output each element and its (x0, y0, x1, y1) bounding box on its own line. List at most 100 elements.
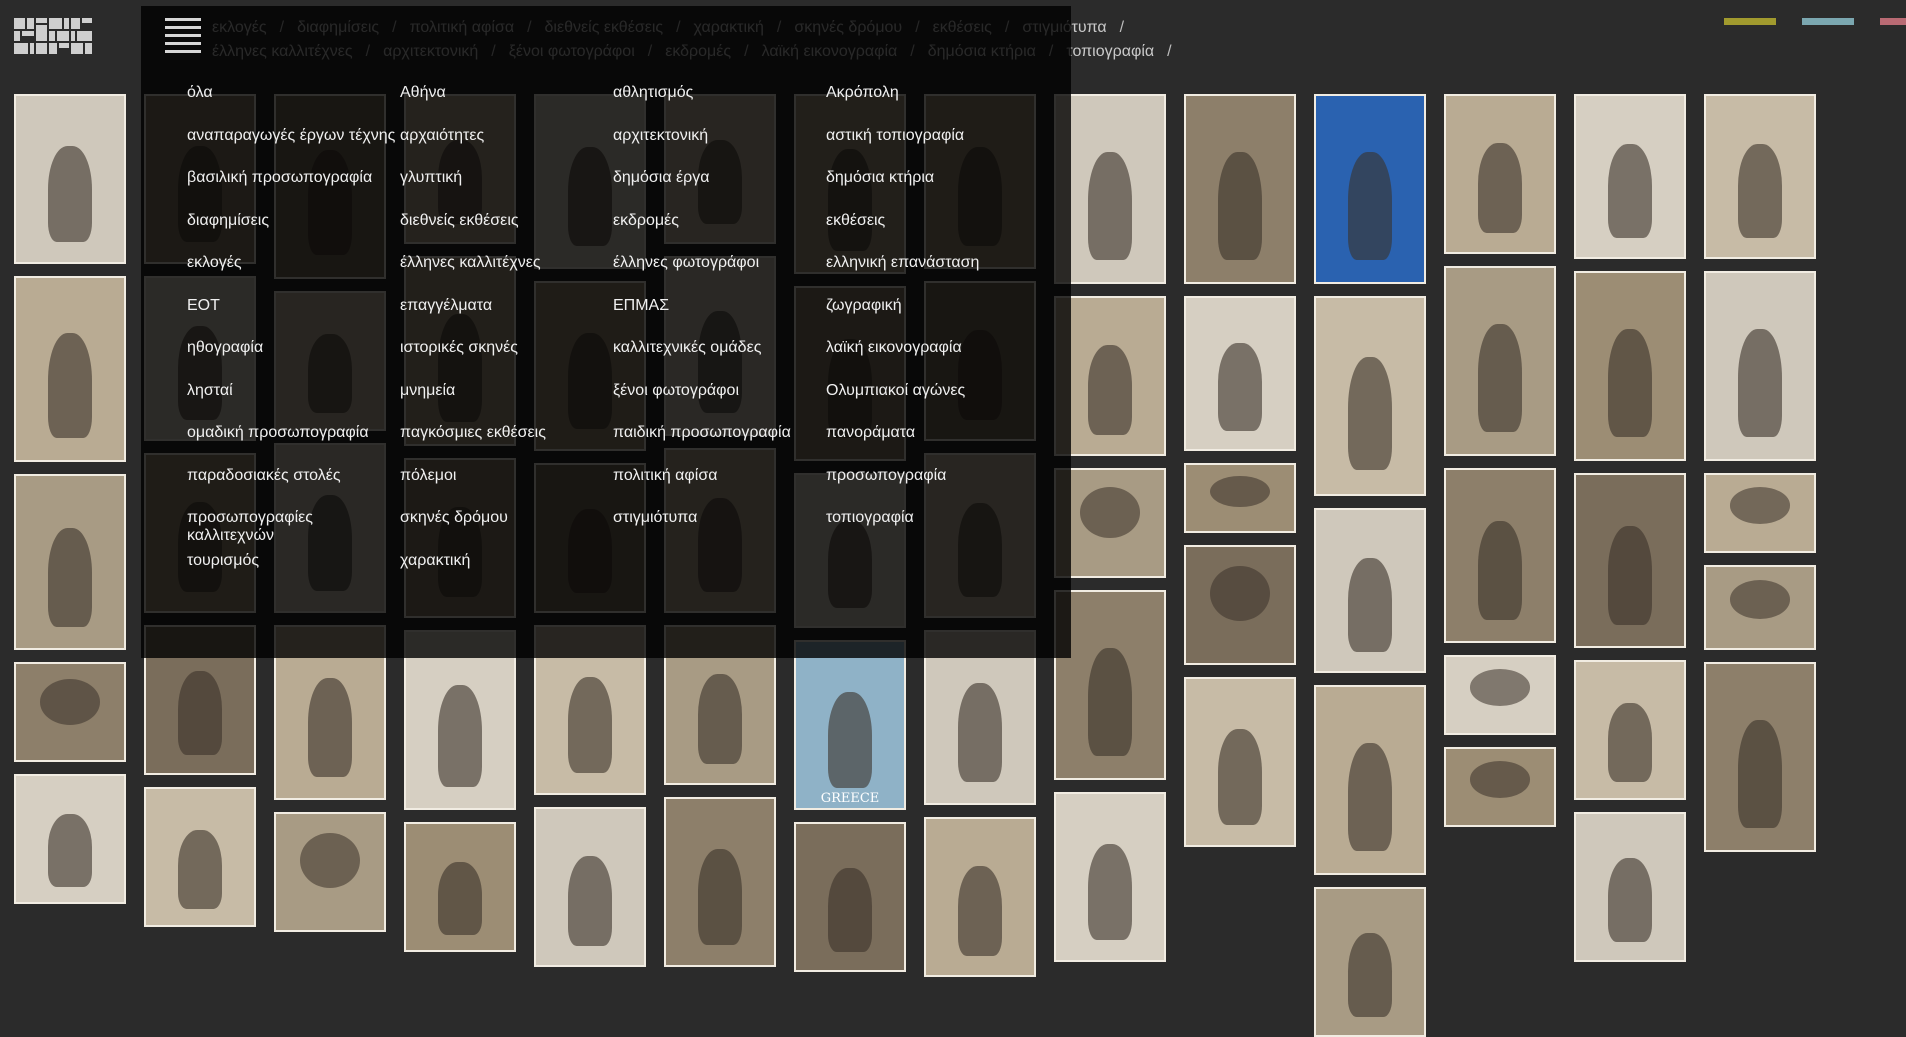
menu-item[interactable]: παγκόσμιες εκθέσεις (400, 424, 613, 467)
menu-item[interactable]: εκδρομές (613, 212, 826, 255)
menu-item[interactable]: όλα (187, 84, 400, 127)
menu-item[interactable]: πανοράματα (826, 424, 1039, 467)
photo-thumbnail[interactable] (1704, 473, 1816, 553)
photo-thumbnail[interactable] (1444, 266, 1556, 456)
menu-item[interactable]: εκλογές (187, 254, 400, 297)
photo-thumbnail[interactable] (924, 817, 1036, 977)
photo-thumbnail[interactable] (1574, 473, 1686, 648)
photo-subject (958, 683, 1002, 783)
menu-item[interactable]: Ακρόπολη (826, 84, 1039, 127)
menu-item[interactable]: τοπιογραφία (826, 509, 1039, 552)
menu-item[interactable]: προσωπογραφίες καλλιτεχνών (187, 509, 400, 552)
photo-thumbnail[interactable] (534, 807, 646, 967)
photo-thumbnail[interactable] (1444, 94, 1556, 254)
menu-item[interactable]: δημόσια έργα (613, 169, 826, 212)
photo-thumbnail[interactable] (14, 774, 126, 904)
menu-item[interactable]: δημόσια κτήρια (826, 169, 1039, 212)
photo-thumbnail[interactable] (1184, 463, 1296, 533)
menu-item[interactable]: παραδοσιακές στολές (187, 467, 400, 510)
menu-item[interactable]: αρχιτεκτονική (613, 127, 826, 170)
menu-item[interactable] (826, 552, 1039, 595)
menu-item[interactable] (613, 552, 826, 595)
menu-item[interactable]: γλυπτική (400, 169, 613, 212)
photo-thumbnail[interactable] (1444, 747, 1556, 827)
photo-thumbnail[interactable] (1314, 887, 1426, 1037)
photo-subject (1348, 356, 1392, 471)
photo-thumbnail[interactable] (1574, 271, 1686, 461)
menu-toggle-icon[interactable] (165, 18, 201, 54)
menu-item[interactable]: έλληνες καλλιτέχνες (400, 254, 613, 297)
menu-item[interactable]: προσωπογραφία (826, 467, 1039, 510)
menu-item[interactable]: καλλιτεχνικές ομάδες (613, 339, 826, 382)
photo-thumbnail[interactable] (1574, 660, 1686, 800)
photo-thumbnail[interactable] (1184, 545, 1296, 665)
photo-thumbnail[interactable] (1314, 94, 1426, 284)
menu-item[interactable]: ιστορικές σκηνές (400, 339, 613, 382)
photo-thumbnail[interactable] (404, 822, 516, 952)
photo-thumbnail[interactable] (1704, 662, 1816, 852)
menu-item[interactable]: σκηνές δρόμου (400, 509, 613, 552)
menu-item[interactable]: έλληνες φωτογράφοι (613, 254, 826, 297)
menu-item[interactable]: ομαδική προσωπογραφία (187, 424, 400, 467)
photo-thumbnail[interactable] (1184, 94, 1296, 284)
menu-item[interactable]: αστική τοπιογραφία (826, 127, 1039, 170)
menu-item[interactable]: βασιλική προσωπογραφία (187, 169, 400, 212)
menu-item[interactable]: Ολυμπιακοί αγώνες (826, 382, 1039, 425)
menu-item[interactable]: διαφημίσεις (187, 212, 400, 255)
photo-subject (1478, 323, 1522, 432)
menu-item[interactable]: εκθέσεις (826, 212, 1039, 255)
menu-item[interactable]: ΕΟΤ (187, 297, 400, 340)
photo-subject (1738, 144, 1782, 238)
photo-thumbnail[interactable] (1444, 655, 1556, 735)
photo-thumbnail[interactable] (14, 474, 126, 650)
photo-thumbnail[interactable] (1314, 685, 1426, 875)
menu-item[interactable]: μνημεία (400, 382, 613, 425)
menu-item[interactable]: λησταί (187, 382, 400, 425)
photo-thumbnail[interactable] (1314, 508, 1426, 673)
photo-thumbnail[interactable]: GREECE (794, 640, 906, 810)
menu-item[interactable]: λαϊκή εικονογραφία (826, 339, 1039, 382)
color-swatch-blue[interactable] (1802, 18, 1854, 25)
photo-thumbnail[interactable] (1574, 812, 1686, 962)
menu-item[interactable]: πόλεμοι (400, 467, 613, 510)
photo-thumbnail[interactable] (1054, 792, 1166, 962)
photo-subject (1348, 151, 1392, 260)
photo-thumbnail[interactable] (1314, 296, 1426, 496)
photo-thumbnail[interactable] (1704, 565, 1816, 650)
color-swatch-red[interactable] (1880, 18, 1906, 25)
menu-item[interactable]: αναπαραγωγές έργων τέχνης (187, 127, 400, 170)
color-swatch-olive[interactable] (1724, 18, 1776, 25)
photo-subject (828, 691, 872, 789)
menu-item[interactable]: ζωγραφική (826, 297, 1039, 340)
photo-thumbnail[interactable] (14, 276, 126, 462)
menu-item[interactable]: διεθνείς εκθέσεις (400, 212, 613, 255)
tag-link[interactable]: τοπιογραφία (1066, 40, 1154, 64)
menu-item[interactable]: αθλητισμός (613, 84, 826, 127)
photo-thumbnail[interactable] (14, 662, 126, 762)
menu-item[interactable]: ΕΠΜΑΣ (613, 297, 826, 340)
menu-item[interactable]: χαρακτική (400, 552, 613, 595)
menu-item[interactable]: επαγγέλματα (400, 297, 613, 340)
photo-thumbnail[interactable] (1184, 296, 1296, 451)
photo-subject (178, 670, 222, 756)
menu-item[interactable]: πολιτική αφίσα (613, 467, 826, 510)
photo-thumbnail[interactable] (274, 812, 386, 932)
photo-thumbnail[interactable] (1574, 94, 1686, 259)
photo-thumbnail[interactable] (664, 797, 776, 967)
photo-thumbnail[interactable] (794, 822, 906, 972)
menu-item[interactable]: ξένοι φωτογράφοι (613, 382, 826, 425)
photo-thumbnail[interactable] (1184, 677, 1296, 847)
photo-thumbnail[interactable] (144, 787, 256, 927)
photo-thumbnail[interactable] (1704, 271, 1816, 461)
menu-item[interactable]: στιγμιότυπα (613, 509, 826, 552)
site-logo[interactable] (14, 18, 92, 54)
menu-item[interactable]: αρχαιότητες (400, 127, 613, 170)
photo-thumbnail[interactable] (14, 94, 126, 264)
menu-item[interactable]: ελληνική επανάσταση (826, 254, 1039, 297)
photo-thumbnail[interactable] (1444, 468, 1556, 643)
menu-item[interactable]: παιδική προσωπογραφία (613, 424, 826, 467)
menu-item[interactable]: Αθήνα (400, 84, 613, 127)
menu-item[interactable]: ηθογραφία (187, 339, 400, 382)
photo-thumbnail[interactable] (1704, 94, 1816, 259)
menu-item[interactable]: τουρισμός (187, 552, 400, 595)
